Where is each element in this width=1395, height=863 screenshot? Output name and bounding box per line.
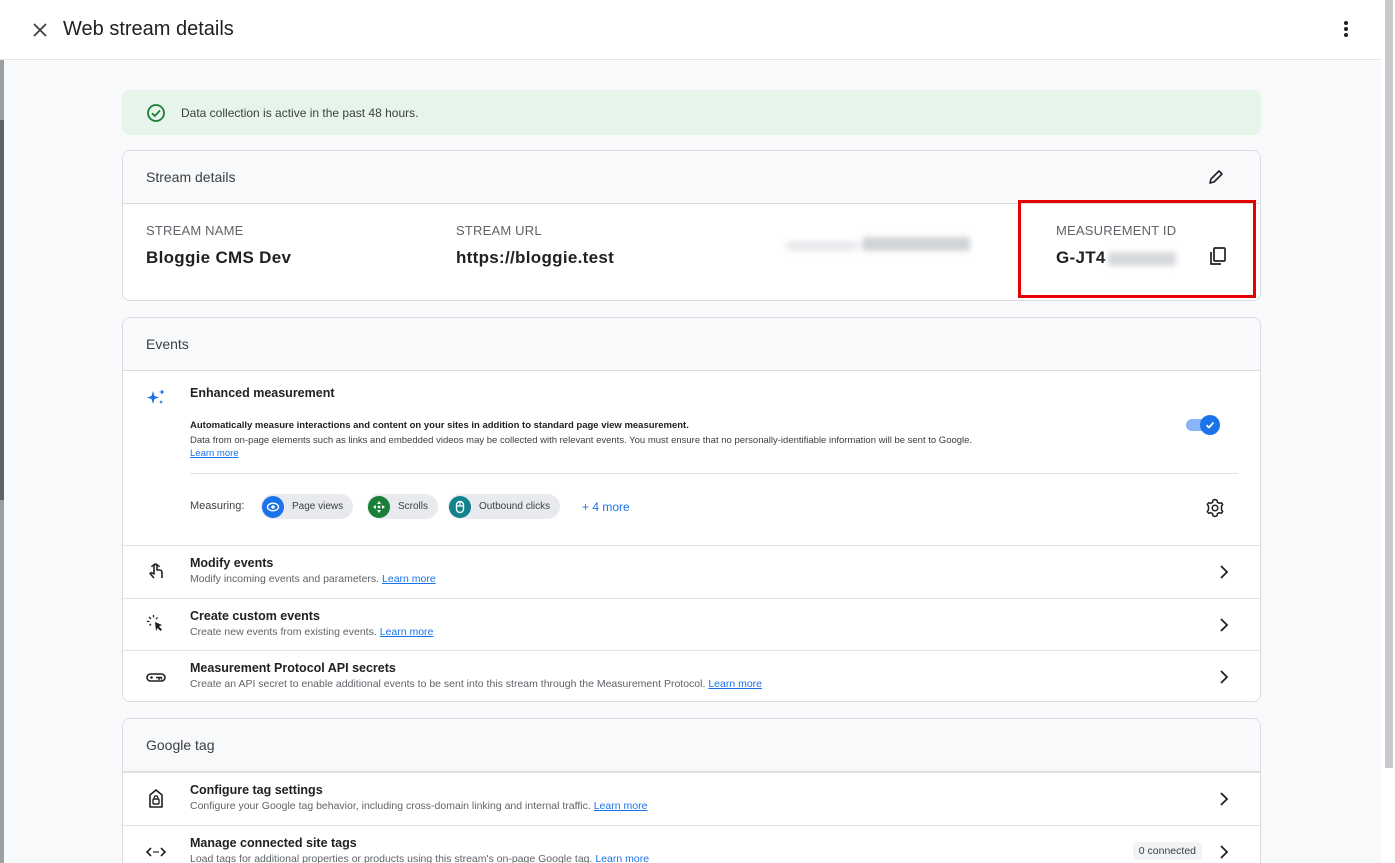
close-icon[interactable]	[30, 20, 50, 40]
scrollbar-thumb[interactable]	[1385, 0, 1393, 768]
google-tag-title: Google tag	[146, 737, 215, 753]
measurement-protocol-title: Measurement Protocol API secrets	[190, 661, 396, 675]
page-title: Web stream details	[63, 18, 234, 40]
stream-id-label-redacted	[786, 241, 858, 251]
connected-site-tags-desc: Load tags for additional properties or p…	[190, 853, 649, 863]
stream-details-title: Stream details	[146, 169, 236, 185]
list-item-modify-events[interactable]: Modify events Modify incoming events and…	[123, 545, 1260, 598]
modify-events-desc-text: Modify incoming events and parameters.	[190, 573, 380, 585]
main-content: Data collection is active in the past 48…	[4, 61, 1381, 863]
events-heading: Events	[123, 318, 1260, 371]
configure-tag-desc-text: Configure your Google tag behavior, incl…	[190, 800, 591, 812]
connected-count-badge: 0 connected	[1132, 842, 1202, 860]
stream-url-label: STREAM URL	[456, 223, 542, 238]
scroll-icon	[368, 495, 390, 518]
more-vert-icon[interactable]	[1343, 20, 1349, 40]
chip-scrolls: Scrolls	[367, 494, 439, 519]
connected-site-tags-learn-more[interactable]: Learn more	[595, 853, 649, 863]
cursor-click-icon	[147, 615, 162, 631]
modify-events-learn-more[interactable]: Learn more	[382, 573, 436, 585]
status-banner: Data collection is active in the past 48…	[122, 90, 1261, 135]
enhanced-learn-more-wrap: Learn more	[190, 448, 239, 459]
measurement-protocol-desc: Create an API secret to enable additiona…	[190, 678, 762, 690]
chevron-right-icon[interactable]	[1218, 565, 1230, 579]
modify-events-desc: Modify incoming events and parameters. L…	[190, 573, 436, 585]
list-item-configure-tag[interactable]: Configure tag settings Configure your Go…	[123, 772, 1260, 825]
stream-name-field: STREAM NAME Bloggie CMS Dev	[146, 223, 291, 268]
stream-id-value-redacted	[862, 237, 971, 251]
connected-site-tags-title: Manage connected site tags	[190, 836, 357, 850]
modify-events-title: Modify events	[190, 556, 274, 570]
scrollbar[interactable]	[1381, 0, 1395, 863]
chip-outbound-clicks-label: Outbound clicks	[479, 501, 551, 512]
configure-tag-desc: Configure your Google tag behavior, incl…	[190, 800, 647, 812]
events-card: Events Enhanced measurement Automaticall…	[122, 317, 1261, 702]
google-tag-card: Google tag Configure tag settings Config…	[122, 718, 1261, 863]
enhanced-learn-more-link[interactable]: Learn more	[190, 448, 239, 459]
check-circle-icon	[147, 103, 165, 122]
mouse-icon	[449, 495, 471, 518]
enhanced-measurement-desc: Automatically measure interactions and c…	[190, 420, 689, 431]
stream-name-value: Bloggie CMS Dev	[146, 248, 292, 267]
create-custom-events-title: Create custom events	[190, 609, 320, 623]
key-icon	[146, 673, 166, 682]
eye-icon	[262, 495, 284, 518]
list-item-measurement-protocol[interactable]: Measurement Protocol API secrets Create …	[123, 650, 1260, 701]
stream-id-field-redacted	[786, 223, 971, 256]
status-banner-text: Data collection is active in the past 48…	[181, 105, 419, 120]
check-icon	[1205, 421, 1215, 429]
create-custom-events-desc-text: Create new events from existing events.	[190, 626, 377, 638]
chevron-right-icon[interactable]	[1218, 792, 1230, 806]
tag-icon	[149, 789, 163, 808]
enhanced-measurement-note: Data from on-page elements such as links…	[190, 435, 973, 446]
stream-details-heading: Stream details	[123, 151, 1260, 204]
chip-page-views-label: Page views	[292, 501, 344, 512]
chip-scrolls-label: Scrolls	[398, 501, 429, 512]
stream-name-label: STREAM NAME	[146, 223, 244, 238]
connected-site-tags-desc-text: Load tags for additional properties or p…	[190, 853, 593, 863]
toggle-knob	[1200, 415, 1220, 435]
divider	[190, 473, 1238, 474]
list-item-connected-site-tags[interactable]: Manage connected site tags Load tags for…	[123, 825, 1260, 863]
list-item-create-custom-events[interactable]: Create custom events Create new events f…	[123, 598, 1260, 650]
enhanced-measurement-toggle[interactable]	[1186, 414, 1222, 436]
configure-tag-title: Configure tag settings	[190, 783, 323, 797]
touch-icon	[149, 563, 163, 579]
chevron-right-icon[interactable]	[1218, 618, 1230, 632]
panel-header: Web stream details	[0, 0, 1381, 60]
measurement-protocol-learn-more[interactable]: Learn more	[708, 678, 762, 690]
chevron-right-icon[interactable]	[1218, 845, 1230, 859]
measuring-label: Measuring:	[190, 500, 245, 512]
pencil-icon[interactable]	[1206, 167, 1226, 187]
measurement-protocol-desc-text: Create an API secret to enable additiona…	[190, 678, 706, 690]
configure-tag-learn-more[interactable]: Learn more	[594, 800, 648, 812]
create-custom-events-learn-more[interactable]: Learn more	[380, 626, 434, 638]
stream-url-value: https://bloggie.test	[456, 248, 615, 267]
stream-url-field: STREAM URL https://bloggie.test	[456, 223, 614, 268]
code-icon	[145, 847, 167, 857]
chevron-right-icon[interactable]	[1218, 670, 1230, 684]
events-title: Events	[146, 336, 189, 352]
enhanced-measurement-title: Enhanced measurement	[190, 386, 335, 400]
more-link[interactable]: + 4 more	[582, 500, 630, 514]
google-tag-heading: Google tag	[123, 719, 1260, 772]
sparkle-icon	[147, 389, 165, 404]
chip-page-views: Page views	[261, 494, 354, 519]
chip-outbound-clicks: Outbound clicks	[448, 494, 561, 519]
create-custom-events-desc: Create new events from existing events. …	[190, 626, 433, 638]
gear-icon[interactable]	[1205, 498, 1225, 518]
measurement-id-highlight	[1018, 200, 1256, 298]
